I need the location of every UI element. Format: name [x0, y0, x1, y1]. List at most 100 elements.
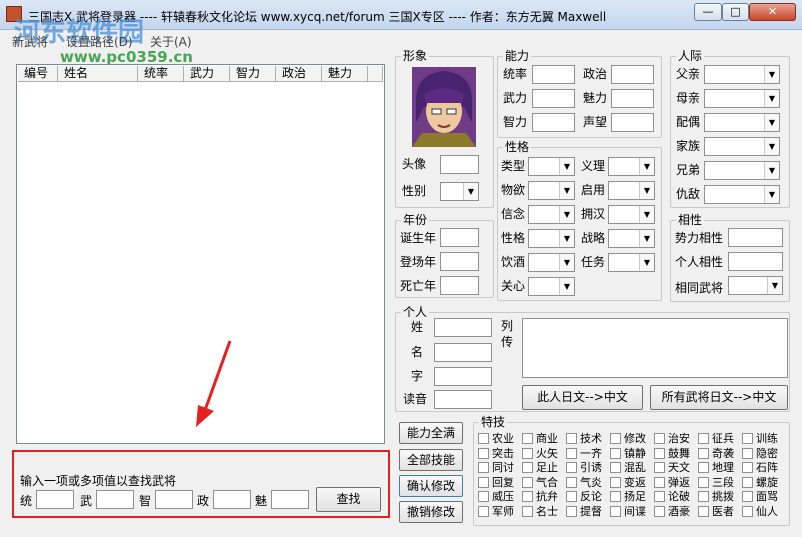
skill-checkbox[interactable]	[610, 462, 621, 473]
skill-checkbox[interactable]	[742, 476, 753, 488]
skill-checkbox[interactable]	[478, 491, 489, 502]
search-int-input[interactable]	[155, 490, 193, 509]
translate-all-button[interactable]: 所有武将日文-->中文	[650, 385, 788, 410]
col-int[interactable]: 智力	[230, 66, 276, 82]
all-skills-button[interactable]: 全部技能	[399, 449, 463, 471]
skill-checkbox[interactable]	[566, 447, 577, 459]
menu-set-path[interactable]: 设置路径(D)	[66, 33, 133, 50]
gender-select[interactable]: ▼	[440, 182, 479, 201]
mission-select[interactable]: ▼	[608, 253, 655, 272]
skill-checkbox[interactable]	[654, 505, 665, 517]
faction-affinity-input[interactable]	[728, 228, 783, 247]
mother-select[interactable]: ▼	[704, 89, 780, 108]
skill-checkbox[interactable]	[478, 433, 489, 444]
ability-fame-input[interactable]	[611, 113, 654, 132]
personal-affinity-input[interactable]	[728, 252, 783, 271]
max-ability-button[interactable]: 能力全满	[399, 422, 463, 444]
skill-checkbox[interactable]	[522, 476, 533, 488]
greed-select[interactable]: ▼	[528, 181, 575, 200]
father-select[interactable]: ▼	[704, 65, 780, 84]
skill-checkbox[interactable]	[742, 433, 753, 444]
skill-checkbox[interactable]	[522, 462, 533, 473]
ability-command-input[interactable]	[532, 65, 575, 84]
skill-checkbox[interactable]	[654, 491, 665, 502]
skill-checkbox[interactable]	[610, 476, 621, 488]
death-year-input[interactable]	[440, 276, 479, 295]
employ-select[interactable]: ▼	[608, 181, 655, 200]
skill-checkbox[interactable]	[698, 462, 709, 473]
ability-cha-input[interactable]	[611, 89, 654, 108]
style-name-input[interactable]	[434, 367, 492, 386]
col-id[interactable]: 编号	[18, 66, 58, 82]
skill-checkbox[interactable]	[610, 433, 621, 444]
strategy-select[interactable]: ▼	[608, 229, 655, 248]
temper-select[interactable]: ▼	[528, 229, 575, 248]
skill-checkbox[interactable]	[698, 433, 709, 444]
col-cha[interactable]: 魅力	[322, 66, 368, 82]
same-general-select[interactable]: ▼	[728, 276, 783, 295]
reading-input[interactable]	[434, 390, 492, 409]
skill-checkbox[interactable]	[610, 505, 621, 517]
skill-checkbox[interactable]	[566, 505, 577, 517]
skill-checkbox[interactable]	[522, 505, 533, 517]
skill-checkbox[interactable]	[478, 476, 489, 488]
search-cha-input[interactable]	[271, 490, 309, 509]
maximize-button[interactable]: □	[722, 3, 749, 21]
skill-checkbox[interactable]	[522, 433, 533, 444]
skill-checkbox[interactable]	[522, 447, 533, 459]
drinking-select[interactable]: ▼	[528, 253, 575, 272]
ability-war-input[interactable]	[532, 89, 575, 108]
skill-checkbox[interactable]	[522, 491, 533, 502]
skill-checkbox[interactable]	[654, 447, 665, 459]
col-command[interactable]: 统率	[138, 66, 184, 82]
skill-checkbox[interactable]	[610, 491, 621, 502]
biography-textarea[interactable]	[522, 318, 788, 378]
han-support-select[interactable]: ▼	[608, 205, 655, 224]
skill-checkbox[interactable]	[566, 462, 577, 473]
skill-checkbox[interactable]	[654, 433, 665, 444]
skill-checkbox[interactable]	[742, 491, 753, 502]
ability-int-input[interactable]	[532, 113, 575, 132]
skill-checkbox[interactable]	[566, 491, 577, 502]
loyalty-select[interactable]: ▼	[608, 157, 655, 176]
skill-checkbox[interactable]	[478, 462, 489, 473]
enemy-select[interactable]: ▼	[704, 185, 780, 204]
skill-checkbox[interactable]	[698, 476, 709, 488]
skill-checkbox[interactable]	[478, 505, 489, 517]
debut-year-input[interactable]	[440, 252, 479, 271]
search-war-input[interactable]	[96, 490, 134, 509]
skill-checkbox[interactable]	[566, 433, 577, 444]
interest-select[interactable]: ▼	[528, 277, 575, 296]
skill-checkbox[interactable]	[610, 447, 621, 459]
ability-pol-input[interactable]	[611, 65, 654, 84]
skill-checkbox[interactable]	[654, 476, 665, 488]
skill-checkbox[interactable]	[566, 476, 577, 488]
skill-checkbox[interactable]	[698, 505, 709, 517]
birth-year-input[interactable]	[440, 228, 479, 247]
confirm-edit-button[interactable]: 确认修改	[399, 475, 463, 497]
undo-edit-button[interactable]: 撤销修改	[399, 501, 463, 523]
col-pol[interactable]: 政治	[276, 66, 322, 82]
skill-checkbox[interactable]	[654, 462, 665, 473]
skill-checkbox[interactable]	[698, 447, 709, 459]
search-button[interactable]: 查找	[316, 487, 381, 512]
search-pol-input[interactable]	[213, 490, 251, 509]
skill-checkbox[interactable]	[698, 491, 709, 502]
belief-select[interactable]: ▼	[528, 205, 575, 224]
skill-checkbox[interactable]	[478, 447, 489, 459]
menu-new-general[interactable]: 新武将	[12, 33, 48, 50]
avatar-input[interactable]	[440, 155, 479, 174]
surname-input[interactable]	[434, 318, 492, 337]
menu-about[interactable]: 关于(A)	[150, 33, 192, 50]
spouse-select[interactable]: ▼	[704, 113, 780, 132]
brother-select[interactable]: ▼	[704, 161, 780, 180]
skill-checkbox[interactable]	[742, 462, 753, 473]
close-button[interactable]: ✕	[749, 3, 796, 21]
skill-checkbox[interactable]	[742, 447, 753, 459]
search-command-input[interactable]	[36, 490, 74, 509]
minimize-button[interactable]: —	[694, 3, 722, 21]
given-name-input[interactable]	[434, 343, 492, 362]
col-war[interactable]: 武力	[184, 66, 230, 82]
col-name[interactable]: 姓名	[58, 66, 138, 82]
family-select[interactable]: ▼	[704, 137, 780, 156]
